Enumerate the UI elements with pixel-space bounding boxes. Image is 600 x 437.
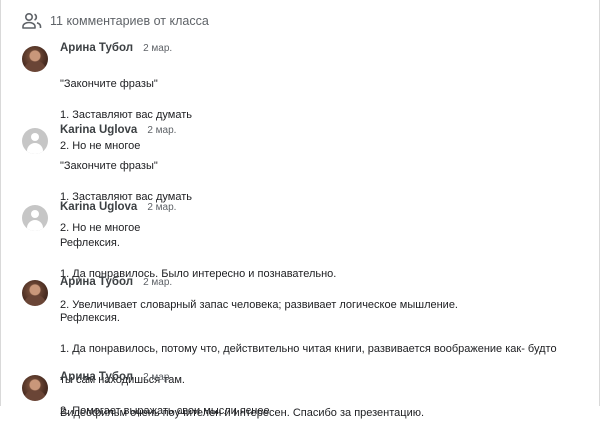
comment-item: Арина Тубол 2 мар. "Закончите фразы" 1. …: [22, 42, 590, 152]
comment-item: Арина Тубол 2 мар. Рефлексия. 1. Да понр…: [22, 276, 590, 417]
comment-author: Арина Тубол: [60, 371, 134, 383]
comment-count-label: 11 комментариев от класса: [50, 14, 209, 28]
comment-author: Арина Тубол: [60, 42, 134, 54]
comment-list: Арина Тубол 2 мар. "Закончите фразы" 1. …: [22, 42, 590, 419]
comment-line: Рефлексия.: [60, 236, 120, 249]
left-border: [0, 0, 1, 406]
comment-author: Karina Uglova: [60, 201, 138, 213]
avatar: [22, 375, 48, 401]
comment-date: 2 мар.: [143, 43, 173, 54]
comment-date: 2 мар.: [143, 372, 173, 383]
comment-line: "Закончите фразы": [60, 77, 158, 90]
default-avatar-icon: [31, 210, 39, 218]
avatar: [22, 128, 48, 154]
comment-date: 2 мар.: [147, 125, 177, 136]
class-comments-header[interactable]: 11 комментариев от класса: [22, 8, 209, 34]
comment-author: Арина Тубол: [60, 276, 134, 288]
comment-line: Видеофильм очень поучителен и интересен.…: [60, 406, 425, 419]
avatar: [22, 205, 48, 231]
comment-date: 2 мар.: [147, 202, 177, 213]
comment-date: 2 мар.: [143, 277, 173, 288]
comment-line: 1. Заставляют вас думать: [60, 108, 192, 121]
comment-item: Арина Тубол 2 мар. Видеофильм очень поуч…: [22, 371, 590, 419]
comment-line: 1. Да понравилось, потому что, действите…: [60, 342, 557, 355]
comment-item: Karina Uglova 2 мар. Рефлексия. 1. Да по…: [22, 201, 590, 311]
comment-item: Karina Uglova 2 мар. "Закончите фразы" 1…: [22, 124, 590, 234]
comment-line: "Закончите фразы": [60, 159, 158, 172]
comment-text: Видеофильм очень поучителен и интересен.…: [60, 390, 590, 437]
default-avatar-icon: [31, 133, 39, 141]
avatar: [22, 280, 48, 306]
people-icon: [22, 12, 42, 30]
comment-author: Karina Uglova: [60, 124, 138, 136]
comment-line: Рефлексия.: [60, 311, 120, 324]
avatar: [22, 46, 48, 72]
